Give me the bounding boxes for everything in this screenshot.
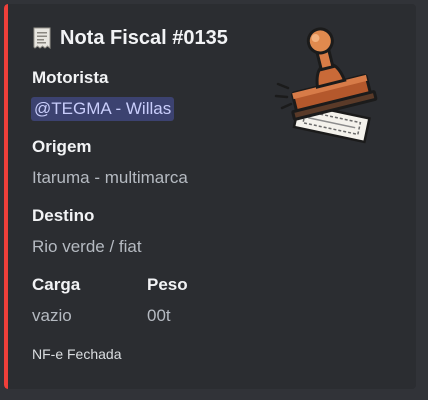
field-value-origem: Itaruma - multimarca (32, 168, 188, 187)
field-name-carga: Carga (32, 275, 81, 294)
field-name-destino: Destino (32, 206, 95, 225)
field-value-peso: 00t (147, 306, 171, 325)
embed-title: Nota Fiscal #0135 (60, 26, 228, 49)
receipt-icon (32, 27, 52, 50)
embed-title-row: Nota Fiscal #0135 (32, 24, 228, 52)
embed-accent-bar (4, 4, 8, 389)
embed-footer: NF-e Fechada (32, 346, 122, 362)
nota-fiscal-embed: Nota Fiscal #0135 Motorista @TEGMA - Wil… (4, 4, 416, 389)
field-name-motorista: Motorista (32, 68, 109, 87)
field-value-carga: vazio (32, 306, 72, 325)
field-value-destino: Rio verde / fiat (32, 237, 142, 256)
rubber-stamp-icon[interactable] (274, 26, 402, 146)
discord-message-area: Nota Fiscal #0135 Motorista @TEGMA - Wil… (0, 0, 428, 400)
field-name-peso: Peso (147, 275, 188, 294)
field-name-origem: Origem (32, 137, 92, 156)
user-mention-motorista[interactable]: @TEGMA - Willas (31, 97, 175, 121)
